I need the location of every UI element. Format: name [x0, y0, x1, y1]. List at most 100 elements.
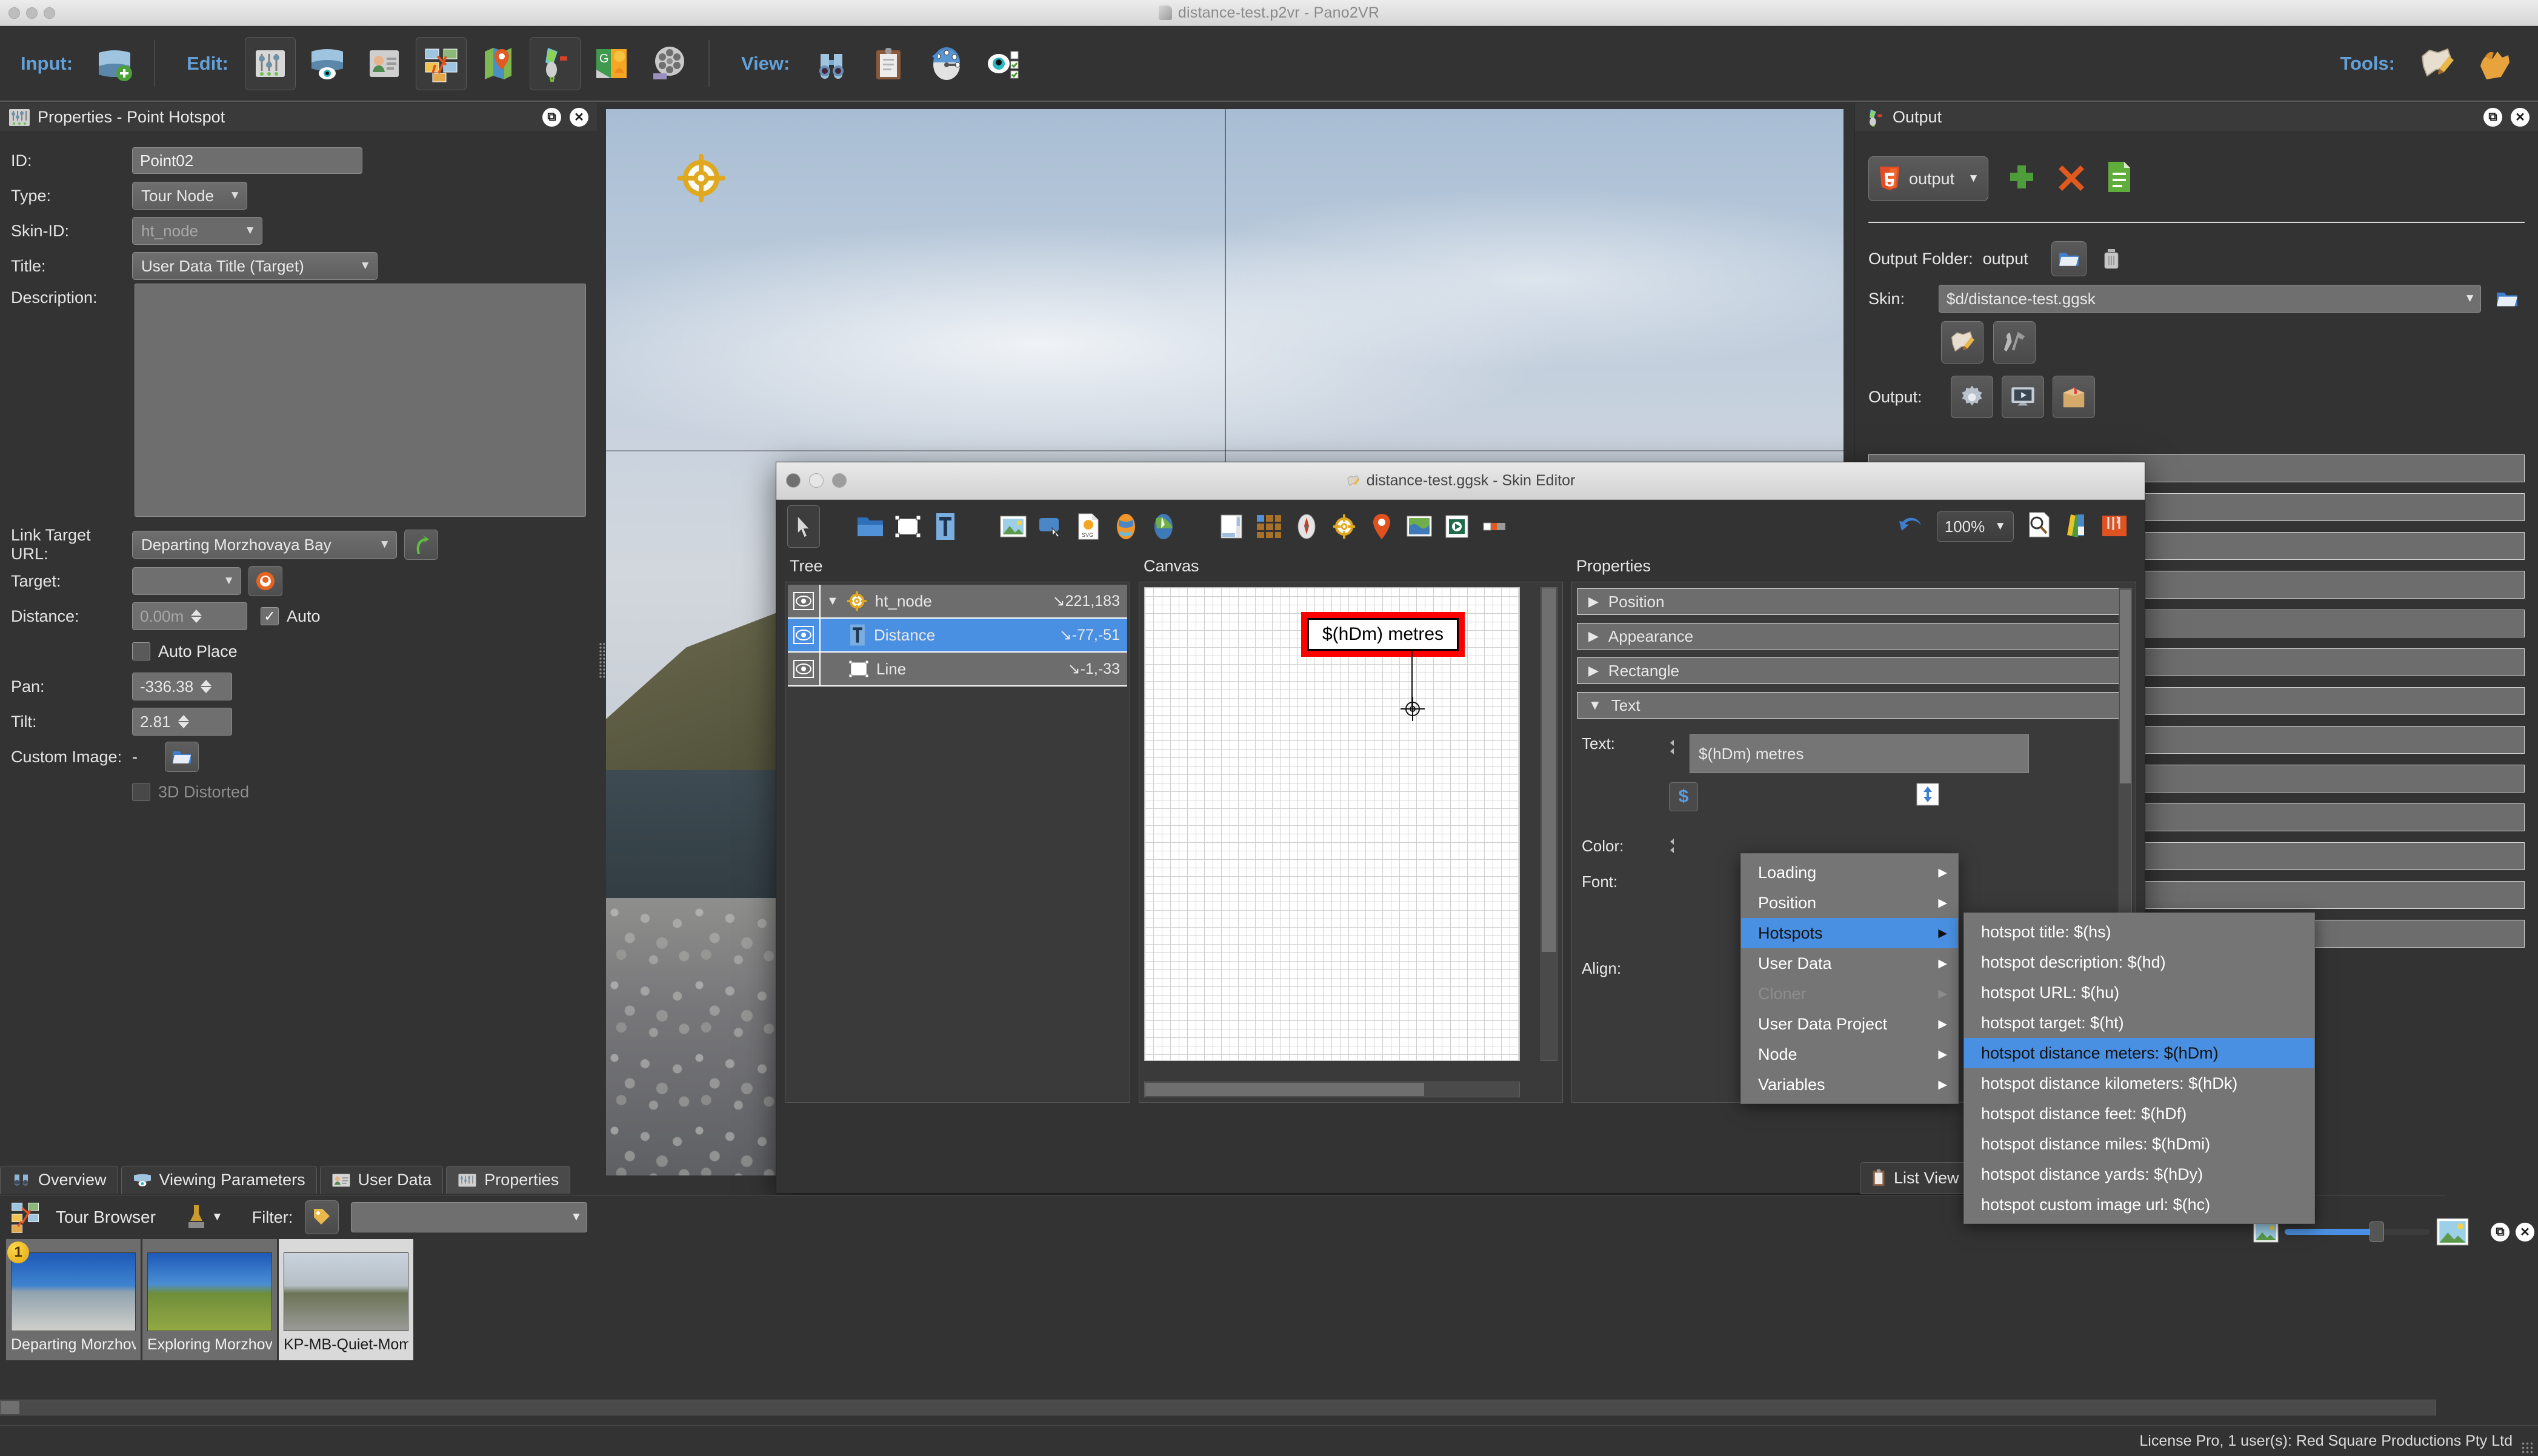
accordion-appearance[interactable]: ▶ Appearance [1577, 623, 2131, 650]
add-map-button[interactable] [1146, 509, 1181, 544]
menu-item-variables[interactable]: Variables ▶ [1741, 1069, 1958, 1100]
text-input[interactable]: $(hDm) metres [1690, 734, 2029, 773]
remove-output-button[interactable] [2055, 161, 2088, 198]
menu-item-user-data-project[interactable]: User Data Project ▶ [1741, 1009, 1958, 1039]
node-target-icon[interactable] [676, 153, 727, 204]
add-scrollarea-button[interactable] [1214, 509, 1249, 544]
add-text-button[interactable] [928, 509, 963, 544]
stamp-button[interactable]: ▼ [186, 1204, 223, 1231]
close-window-dot[interactable] [8, 7, 20, 19]
preview-button[interactable] [2026, 511, 2053, 543]
title-select[interactable]: User Data Title (Target) ▼ [132, 252, 378, 280]
browse-custom-image-button[interactable] [165, 742, 199, 772]
edit-properties-button[interactable] [244, 36, 296, 90]
view-viewing-direction-button[interactable] [920, 37, 971, 90]
canvas-horizontal-scrollbar[interactable] [1144, 1082, 1520, 1097]
canvas-grid[interactable]: $(hDm) metres [1144, 587, 1520, 1061]
output-settings-button[interactable] [1951, 376, 1993, 418]
variables-context-menu[interactable]: Loading ▶ Position ▶ Hotspots ▶ User Dat… [1740, 853, 1959, 1104]
submenu-item-hotspot-distance-miles[interactable]: hotspot distance miles: $(hDmi) [1964, 1129, 2314, 1159]
link-arrows-icon[interactable] [1659, 738, 1680, 760]
menu-item-loading[interactable]: Loading ▶ [1741, 857, 1958, 888]
visibility-eye-icon[interactable] [788, 585, 821, 617]
maximize-window-dot[interactable] [44, 7, 55, 19]
maximize-window-dot[interactable] [832, 473, 847, 488]
slider-knob[interactable] [2370, 1222, 2384, 1242]
auto-place-checkbox[interactable] [132, 642, 150, 660]
distance-stepper-buttons[interactable] [191, 610, 202, 623]
submenu-item-hotspot-custom-image-url[interactable]: hotspot custom image url: $(hc) [1964, 1189, 2314, 1220]
visibility-eye-icon[interactable] [788, 653, 821, 685]
color-link-icon[interactable] [1659, 837, 1680, 859]
edit-skin-button[interactable] [1941, 321, 1983, 364]
accordion-text[interactable]: ▼ Text [1577, 692, 2131, 719]
3d-distorted-checkbox[interactable] [132, 783, 150, 801]
hotspots-submenu[interactable]: hotspot title: $(hs) hotspot description… [1963, 912, 2315, 1224]
tour-thumbnail-item[interactable]: Exploring Morzhovaya ... [142, 1239, 277, 1360]
add-thumbnail-grid-button[interactable] [1251, 509, 1287, 544]
window-controls[interactable] [8, 7, 55, 19]
submenu-item-hotspot-description[interactable]: hotspot description: $(hd) [1964, 947, 2314, 977]
goto-target-button[interactable] [404, 530, 438, 560]
tree-row-ht-node[interactable]: ▼ ht_node ↘221,183 [788, 585, 1127, 619]
edit-output-button[interactable] [529, 36, 581, 90]
tree-row-line[interactable]: Line ↘-1,-33 [788, 653, 1127, 686]
menu-item-node[interactable]: Node ▶ [1741, 1039, 1958, 1069]
add-compass-button[interactable] [1289, 509, 1324, 544]
window-resize-grip[interactable] [2521, 1441, 2534, 1454]
text-autosize-button[interactable] [1915, 782, 1940, 811]
submenu-item-hotspot-distance-meters[interactable]: hotspot distance meters: $(hDm) [1964, 1038, 2314, 1068]
panel-splitter[interactable] [599, 642, 605, 679]
restore-icon[interactable]: ⧉ [2491, 1222, 2510, 1242]
edit-google-button[interactable]: G [587, 37, 638, 90]
add-timeline-button[interactable] [1477, 509, 1512, 544]
visibility-eye-icon[interactable] [788, 619, 821, 651]
tab-viewing-parameters[interactable]: Viewing Parameters [121, 1166, 317, 1194]
zoom-select[interactable]: 100% ▼ [1936, 511, 2014, 542]
insert-variable-button[interactable]: $ [1669, 782, 1698, 811]
output-format-button[interactable]: output ▼ [1868, 156, 1988, 201]
target-select[interactable]: ▼ [132, 567, 241, 595]
slider-rail[interactable] [2285, 1222, 2430, 1242]
close-icon[interactable]: ✕ [570, 108, 588, 127]
filter-tag-button[interactable] [305, 1200, 339, 1234]
tour-browser-scrollbar[interactable] [0, 1400, 2436, 1415]
colors-button[interactable] [2065, 511, 2089, 543]
add-output-button[interactable] [2005, 161, 2038, 198]
tour-thumbnail-item[interactable]: 1 Departing Morzhovaya ... [6, 1239, 141, 1360]
view-list-button[interactable] [863, 37, 914, 90]
edit-tour-browser-button[interactable] [415, 36, 467, 90]
description-textarea[interactable] [135, 284, 586, 517]
canvas-area[interactable]: $(hDm) metres [1139, 582, 1563, 1103]
accordion-rectangle[interactable]: ▶ Rectangle [1577, 657, 2131, 684]
edit-animation-button[interactable] [644, 37, 694, 90]
menu-item-position[interactable]: Position ▶ [1741, 888, 1958, 918]
submenu-item-hotspot-target[interactable]: hotspot target: $(ht) [1964, 1008, 2314, 1038]
add-node-marker-button[interactable] [1327, 509, 1362, 544]
add-video-button[interactable] [1439, 509, 1474, 544]
submenu-item-hotspot-url[interactable]: hotspot URL: $(hu) [1964, 977, 2314, 1008]
filter-select[interactable]: ▼ [351, 1202, 588, 1232]
submenu-item-hotspot-distance-yards[interactable]: hotspot distance yards: $(hDy) [1964, 1159, 2314, 1189]
auto-checkbox[interactable]: ✓ [261, 607, 279, 625]
add-panorama-button[interactable] [89, 37, 140, 90]
distance-stepper[interactable]: 0.00m [132, 602, 247, 630]
submenu-item-hotspot-distance-feet[interactable]: hotspot distance feet: $(hDf) [1964, 1099, 2314, 1129]
tree-row-distance[interactable]: Distance ↘-77,-51 [788, 619, 1127, 653]
view-visibility-button[interactable] [977, 37, 1028, 90]
minimize-window-dot[interactable] [26, 7, 38, 19]
tools-skin-editor-button[interactable] [2411, 37, 2462, 90]
close-window-dot[interactable] [786, 473, 801, 488]
toolbox-button[interactable] [2101, 511, 2128, 543]
tab-overview[interactable]: Overview [0, 1166, 118, 1194]
accordion-position[interactable]: ▶ Position [1577, 588, 2131, 615]
edit-map-locations-button[interactable] [473, 37, 524, 90]
add-svg-button[interactable]: SVG [1071, 509, 1106, 544]
minimize-window-dot[interactable] [809, 473, 824, 488]
menu-item-hotspots[interactable]: Hotspots ▶ [1741, 918, 1958, 948]
submenu-item-hotspot-title[interactable]: hotspot title: $(hs) [1964, 917, 2314, 947]
pan-stepper[interactable]: -336.38 [132, 673, 232, 700]
tab-user-data[interactable]: User Data [319, 1166, 444, 1194]
select-tool-button[interactable] [787, 505, 820, 548]
type-select[interactable]: Tour Node ▼ [132, 182, 247, 210]
